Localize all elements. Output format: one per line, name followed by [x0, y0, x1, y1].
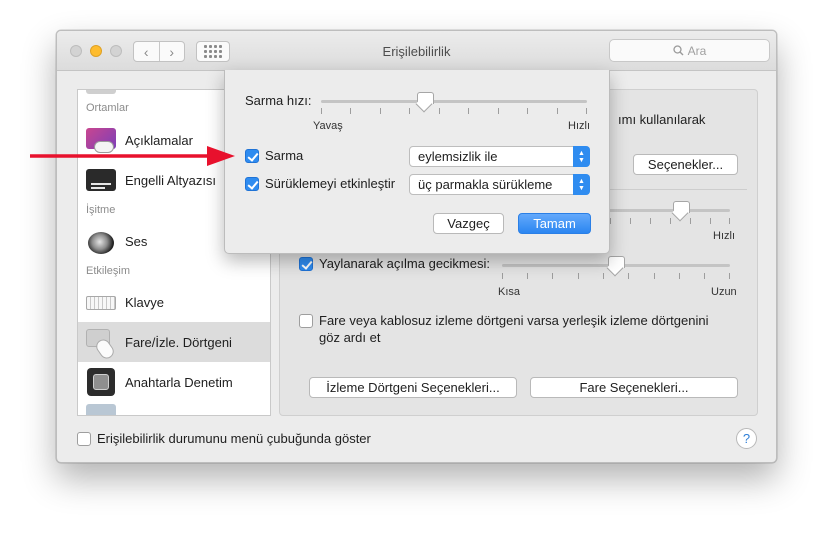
- mouse-options-sheet: Sarma hızı: Yavaş Hızlı Sarma eylemsizli…: [224, 70, 610, 254]
- search-icon: [673, 45, 684, 56]
- double-click-speed-ticks: [590, 218, 730, 224]
- scrolling-row: Sarma: [245, 148, 303, 163]
- spring-loading-label: Yaylanarak açılma gecikmesi:: [319, 256, 490, 271]
- spring-loading-delay-slider[interactable]: [608, 256, 625, 273]
- title-bar: ‹ › Erişilebilirlik Ara: [57, 31, 776, 71]
- sidebar-item-label: Fare/İzle. Dörtgeni: [125, 334, 232, 350]
- scroll-speed-ticks: [321, 108, 587, 114]
- trackpad-options-button[interactable]: İzleme Dörtgeni Seçenekleri...: [309, 377, 517, 398]
- popup-arrows-icon: ▲ ▼: [573, 174, 590, 195]
- dragging-row: Sürüklemeyi etkinleştir: [245, 176, 395, 191]
- status-menu-label: Erişilebilirlik durumunu menü çubuğunda …: [97, 431, 371, 446]
- search-field[interactable]: Ara: [609, 39, 770, 62]
- spring-loading-long-label: Uzun: [711, 286, 737, 298]
- scroll-slow-label: Yavaş: [313, 120, 343, 132]
- cancel-button[interactable]: Vazgeç: [433, 213, 504, 234]
- section-header-interaction: Etkileşim: [86, 265, 131, 277]
- scrolling-mode-value: eylemsizlik ile: [418, 149, 498, 164]
- section-header-media: Ortamlar: [86, 102, 129, 114]
- scroll-speed-track: [321, 100, 587, 103]
- dragging-label: Sürüklemeyi etkinleştir: [265, 176, 396, 191]
- ok-button[interactable]: Tamam: [518, 213, 591, 234]
- double-click-speed-slider[interactable]: [673, 201, 690, 218]
- annotation-arrow-icon: [30, 146, 235, 166]
- ignore-trackpad-label-line2: göz ardı et: [319, 330, 381, 345]
- scroll-speed-label: Sarma hızı:: [245, 93, 312, 108]
- captions-icon: [86, 165, 116, 195]
- partial-item-icon: [86, 404, 116, 415]
- double-click-fast-label: Hızlı: [713, 230, 735, 242]
- dragging-mode-popup[interactable]: üç parmakla sürükleme ▲ ▼: [409, 174, 590, 195]
- popup-arrows-icon: ▲ ▼: [573, 146, 590, 167]
- sidebar-item-mouse-trackpad[interactable]: Fare/İzle. Dörtgeni: [78, 322, 270, 362]
- sidebar-item-switch-control[interactable]: Anahtarla Denetim: [78, 362, 270, 402]
- help-icon: ?: [742, 431, 751, 446]
- ignore-trackpad-checkbox[interactable]: [299, 314, 313, 328]
- scrolling-label: Sarma: [265, 148, 304, 163]
- dragging-checkbox[interactable]: [245, 176, 259, 191]
- ignore-trackpad-row: Fare veya kablosuz izleme dörtgeni varsa…: [299, 312, 708, 346]
- dragging-mode-value: üç parmakla sürükleme: [418, 177, 553, 192]
- mouse-trackpad-icon: [86, 327, 117, 362]
- partial-description: ımı kullanılarak: [618, 112, 706, 127]
- status-menu-row: Erişilebilirlik durumunu menü çubuğunda …: [77, 431, 371, 446]
- sidebar-item-keyboard[interactable]: Klavye: [78, 282, 270, 322]
- spring-loading-short-label: Kısa: [498, 286, 521, 298]
- switch-control-icon: [86, 367, 116, 397]
- section-header-hearing: İşitme: [86, 204, 116, 216]
- scroll-fast-label: Hızlı: [568, 120, 590, 132]
- scrolling-checkbox[interactable]: [245, 148, 259, 163]
- scrolling-mode-popup[interactable]: eylemsizlik ile ▲ ▼: [409, 146, 590, 167]
- sidebar-item-label: Ses: [125, 233, 148, 249]
- mouse-options-button[interactable]: Fare Seçenekleri...: [530, 377, 738, 398]
- sidebar-item-label: Engelli Altyazısı: [125, 172, 217, 188]
- ignore-trackpad-label: Fare veya kablosuz izleme dörtgeni varsa…: [319, 312, 708, 346]
- sidebar-item-label: Anahtarla Denetim: [125, 374, 233, 390]
- speaker-icon: [86, 226, 116, 256]
- spring-loading-checkbox[interactable]: [299, 256, 313, 271]
- partial-item-icon: [86, 90, 116, 94]
- spring-loading-row: Yaylanarak açılma gecikmesi:: [299, 256, 490, 271]
- options-button[interactable]: Seçenekler...: [633, 154, 738, 175]
- ignore-trackpad-label-line1: Fare veya kablosuz izleme dörtgeni varsa…: [319, 313, 709, 328]
- scroll-speed-slider[interactable]: [417, 92, 435, 109]
- sidebar-item-label: Klavye: [125, 294, 165, 310]
- search-placeholder: Ara: [687, 43, 707, 58]
- keyboard-icon: [86, 287, 116, 317]
- status-menu-checkbox[interactable]: [77, 431, 91, 446]
- help-button[interactable]: ?: [736, 428, 757, 449]
- double-click-speed-track: [590, 209, 730, 212]
